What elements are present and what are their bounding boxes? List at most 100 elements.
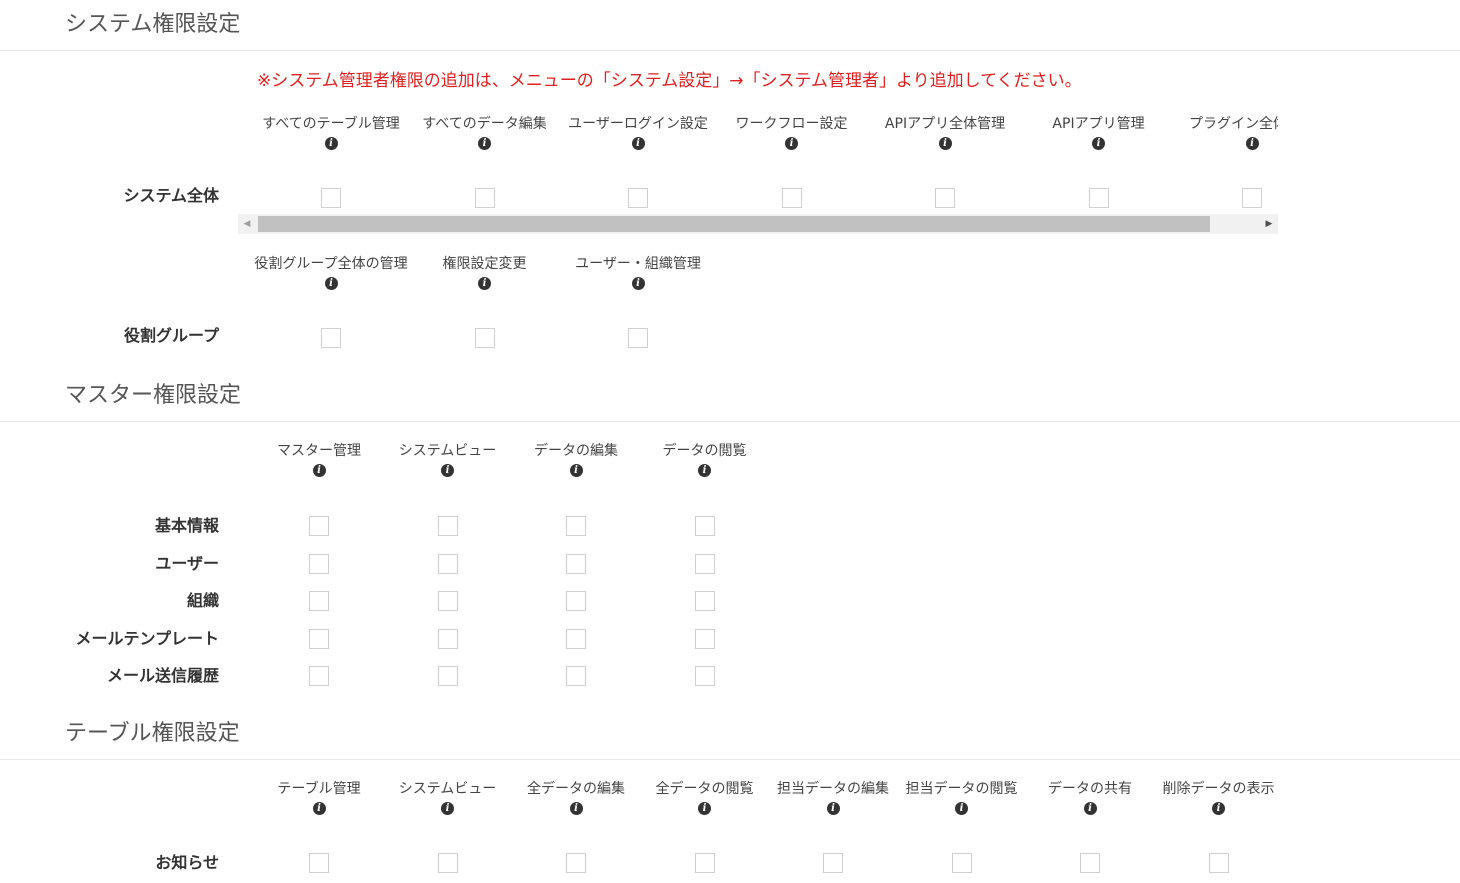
checkbox-table[interactable] xyxy=(1208,853,1229,873)
checkbox-master[interactable] xyxy=(566,666,586,686)
info-circle-icon[interactable]: i xyxy=(1212,802,1225,815)
checkbox-table[interactable] xyxy=(823,853,843,873)
checkbox-system-global[interactable] xyxy=(1242,188,1262,208)
master-permission-grid: マスター管理 i システムビュー i データの編集 i データの閲覧 i 基本情報 ユーザー 組織メ… xyxy=(0,442,1460,702)
row-label-role-group: 役割グループ xyxy=(123,326,219,345)
column-header: 権限設定変更 i xyxy=(408,255,562,290)
column-header: ユーザーログイン設定 i xyxy=(561,115,715,150)
info-circle-icon[interactable]: i xyxy=(324,277,338,290)
info-circle-icon[interactable]: i xyxy=(1245,137,1259,150)
checkbox-system-global[interactable] xyxy=(474,188,495,208)
checkbox-master[interactable] xyxy=(694,591,715,611)
column-header: すべてのテーブル管理 i xyxy=(254,115,408,150)
checkbox-master[interactable] xyxy=(309,516,329,536)
column-header-label: APIアプリ管理 xyxy=(1052,116,1145,132)
checkbox-master[interactable] xyxy=(566,553,586,574)
checkbox-role-group[interactable] xyxy=(628,328,648,348)
column-header-label: システムビュー xyxy=(398,781,497,797)
info-circle-icon[interactable]: i xyxy=(569,464,583,477)
horizontal-scrollbar[interactable]: ◀ ▶ xyxy=(238,214,1278,234)
checkbox-role-group[interactable] xyxy=(321,328,341,348)
checkbox-master[interactable] xyxy=(566,591,586,611)
checkbox-table[interactable] xyxy=(694,853,715,873)
column-header: 役割グループ全体の管理 i xyxy=(254,255,408,290)
checkbox-role-group[interactable] xyxy=(474,328,495,348)
column-header: データの共有 i xyxy=(1026,780,1154,815)
checkbox-master[interactable] xyxy=(437,666,458,686)
column-header: データの閲覧 i xyxy=(641,442,769,477)
checkbox-system-global[interactable] xyxy=(628,188,648,208)
column-header-label: マスター管理 xyxy=(277,443,361,459)
checkbox-master[interactable] xyxy=(309,591,329,611)
info-circle-icon[interactable]: i xyxy=(324,137,338,150)
checkbox-master[interactable] xyxy=(437,516,458,536)
checkbox-system-global[interactable] xyxy=(1088,188,1109,208)
info-circle-icon[interactable]: i xyxy=(631,277,645,290)
checkbox-master[interactable] xyxy=(309,666,329,686)
info-circle-icon[interactable]: i xyxy=(569,802,583,815)
info-circle-icon[interactable]: i xyxy=(478,137,491,150)
checkbox-master[interactable] xyxy=(437,553,458,574)
info-circle-icon[interactable]: i xyxy=(955,802,968,815)
info-circle-icon[interactable]: i xyxy=(441,464,454,477)
checkbox-master[interactable] xyxy=(694,666,715,686)
system-global-scroll-area[interactable]: すべてのテーブル管理 i すべてのデータ編集 i ユーザーログイン設定 i ワークフロー設定… xyxy=(238,110,1278,214)
column-header: APIアプリ全体管理 i xyxy=(868,115,1022,150)
checkbox-system-global[interactable] xyxy=(935,188,955,208)
checkbox-table[interactable] xyxy=(566,853,586,873)
column-header: システムビュー i xyxy=(384,442,512,477)
checkbox-system-global[interactable] xyxy=(321,188,341,208)
info-circle-icon[interactable]: i xyxy=(1092,137,1105,150)
checkbox-master[interactable] xyxy=(437,591,458,611)
checkbox-master[interactable] xyxy=(309,553,329,574)
checkbox-master[interactable] xyxy=(437,628,458,649)
column-header: ワークフロー設定 i xyxy=(715,115,869,150)
checkbox-master[interactable] xyxy=(309,628,329,649)
section-divider xyxy=(0,50,1460,51)
checkbox-system-global[interactable] xyxy=(781,188,802,208)
info-circle-icon[interactable]: i xyxy=(826,802,840,815)
row-label-master: 基本情報 xyxy=(154,516,219,535)
column-header-label: 担当データの編集 xyxy=(777,781,889,797)
info-circle-icon[interactable]: i xyxy=(785,137,798,150)
column-header-label: 権限設定変更 xyxy=(442,256,527,272)
table-permission-grid: テーブル管理 i システムビュー i 全データの編集 i 全データの閲覧 i 担当データの編集 i… xyxy=(0,780,1460,883)
column-header: 担当データの閲覧 i xyxy=(898,780,1026,815)
row-label-master: 組織 xyxy=(186,591,219,610)
scrollbar-thumb[interactable] xyxy=(258,216,1210,232)
checkbox-table[interactable] xyxy=(951,853,972,873)
column-header-label: データの共有 xyxy=(1048,781,1132,797)
row-label-master: メール送信履歴 xyxy=(106,666,219,685)
info-circle-icon[interactable]: i xyxy=(312,802,326,815)
system-admin-notice: ※システム管理者権限の追加は、メニューの「システム設定」→「システム管理者」より… xyxy=(257,71,1082,91)
column-header-label: ワークフロー設定 xyxy=(735,116,848,132)
checkbox-master[interactable] xyxy=(566,628,586,649)
section-divider xyxy=(0,759,1460,760)
column-header: 全データの閲覧 i xyxy=(641,780,769,815)
column-header-label: APIアプリ全体管理 xyxy=(884,116,1006,132)
info-circle-icon[interactable]: i xyxy=(698,464,711,477)
info-circle-icon[interactable]: i xyxy=(631,137,645,150)
checkbox-master[interactable] xyxy=(694,553,715,574)
info-circle-icon[interactable]: i xyxy=(938,137,952,150)
checkbox-master[interactable] xyxy=(694,516,715,536)
column-header-label: プラグイン全体管理 xyxy=(1189,116,1278,132)
column-header-label: すべてのテーブル管理 xyxy=(262,116,400,132)
info-circle-icon[interactable]: i xyxy=(478,277,491,290)
column-header-label: 役割グループ全体の管理 xyxy=(254,256,408,272)
checkbox-master[interactable] xyxy=(566,516,586,536)
checkbox-table[interactable] xyxy=(309,853,329,873)
column-header: 担当データの編集 i xyxy=(769,780,897,815)
info-circle-icon[interactable]: i xyxy=(698,802,711,815)
info-circle-icon[interactable]: i xyxy=(312,464,326,477)
info-circle-icon[interactable]: i xyxy=(441,802,454,815)
checkbox-table[interactable] xyxy=(437,853,458,873)
checkbox-table[interactable] xyxy=(1080,853,1100,873)
column-header-label: すべてのデータ編集 xyxy=(422,116,547,132)
row-label-system-global: システム全体 xyxy=(123,186,219,205)
info-circle-icon[interactable]: i xyxy=(1083,802,1097,815)
checkbox-master[interactable] xyxy=(694,628,715,649)
column-header: ユーザー・組織管理 i xyxy=(561,255,715,290)
arrow-right-icon[interactable]: ▶ xyxy=(1260,214,1278,234)
arrow-left-icon[interactable]: ◀ xyxy=(238,214,256,234)
